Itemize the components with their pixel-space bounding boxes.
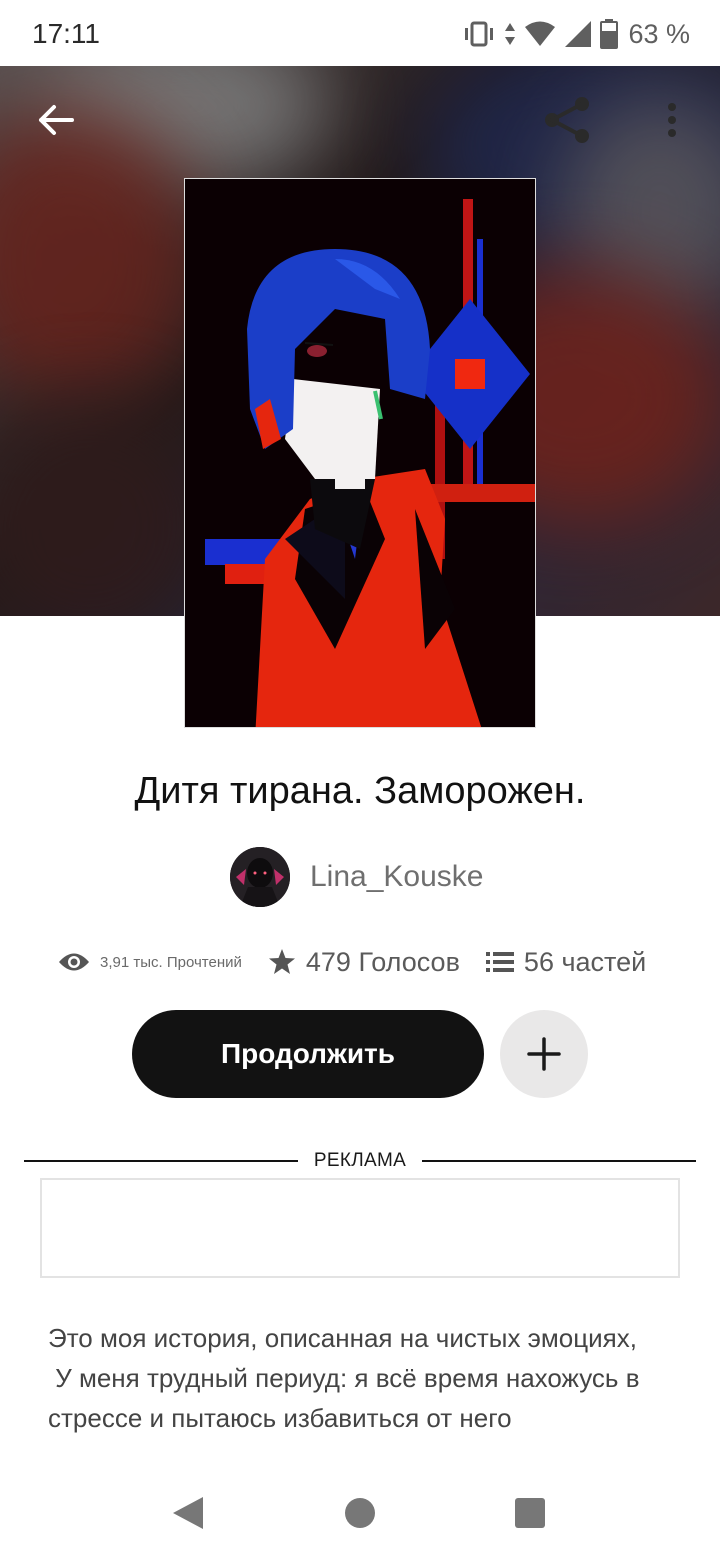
ad-label: РЕКЛАМА xyxy=(313,1150,407,1171)
back-button[interactable] xyxy=(26,90,86,150)
parts-stat[interactable]: 56 частей xyxy=(485,947,646,978)
wifi-icon xyxy=(524,21,556,47)
system-nav-bar xyxy=(0,1466,720,1560)
story-stats: 3,91 тыс. Прочтений 479 Голосов 56 часте… xyxy=(58,940,678,984)
triangle-back-icon xyxy=(173,1497,203,1529)
battery-icon xyxy=(600,19,619,49)
author-name[interactable]: Lina_Kouske xyxy=(310,860,483,894)
reads-count: 3,91 тыс. Прочтений xyxy=(100,953,242,971)
story-description: Это моя история, описанная на чистых эмо… xyxy=(48,1323,640,1433)
ad-slot[interactable] xyxy=(40,1178,680,1278)
share-icon xyxy=(545,97,589,143)
story-title: Дитя тирана. Заморожен. xyxy=(134,770,586,812)
status-icons: 63 % xyxy=(462,16,690,52)
star-icon xyxy=(268,949,295,974)
cover-illustration xyxy=(185,179,535,727)
votes-stat: 479 Голосов xyxy=(268,947,460,978)
data-arrows-icon xyxy=(504,22,516,46)
plus-icon xyxy=(527,1037,561,1071)
signal-icon xyxy=(564,20,592,48)
nav-home-button[interactable] xyxy=(335,1488,385,1538)
more-options-button[interactable] xyxy=(642,90,702,150)
battery-percent: 63 % xyxy=(628,18,690,49)
parts-count[interactable]: 56 частей xyxy=(524,947,646,978)
author-avatar[interactable] xyxy=(230,847,290,907)
more-vertical-icon xyxy=(668,103,676,137)
votes-count: 479 Голосов xyxy=(305,946,460,977)
eye-icon xyxy=(59,953,89,971)
ad-divider: РЕКЛАМА xyxy=(24,1148,696,1174)
square-recents-icon xyxy=(515,1498,545,1528)
vibrate-icon xyxy=(462,20,496,48)
story-cover[interactable] xyxy=(184,178,536,728)
share-button[interactable] xyxy=(537,90,597,150)
circle-home-icon xyxy=(345,1498,375,1528)
list-icon xyxy=(485,952,514,972)
continue-reading-button[interactable]: Продолжить xyxy=(132,1010,484,1098)
status-bar: 17:11 63 % xyxy=(0,0,720,66)
reads-stat: 3,91 тыс. Прочтений xyxy=(58,951,242,973)
nav-recents-button[interactable] xyxy=(505,1488,555,1538)
nav-back-button[interactable] xyxy=(163,1488,213,1538)
arrow-back-icon xyxy=(39,105,74,135)
author-link[interactable]: Lina_Kouske xyxy=(230,846,483,908)
add-to-library-button[interactable] xyxy=(500,1010,588,1098)
status-time: 17:11 xyxy=(32,18,100,49)
